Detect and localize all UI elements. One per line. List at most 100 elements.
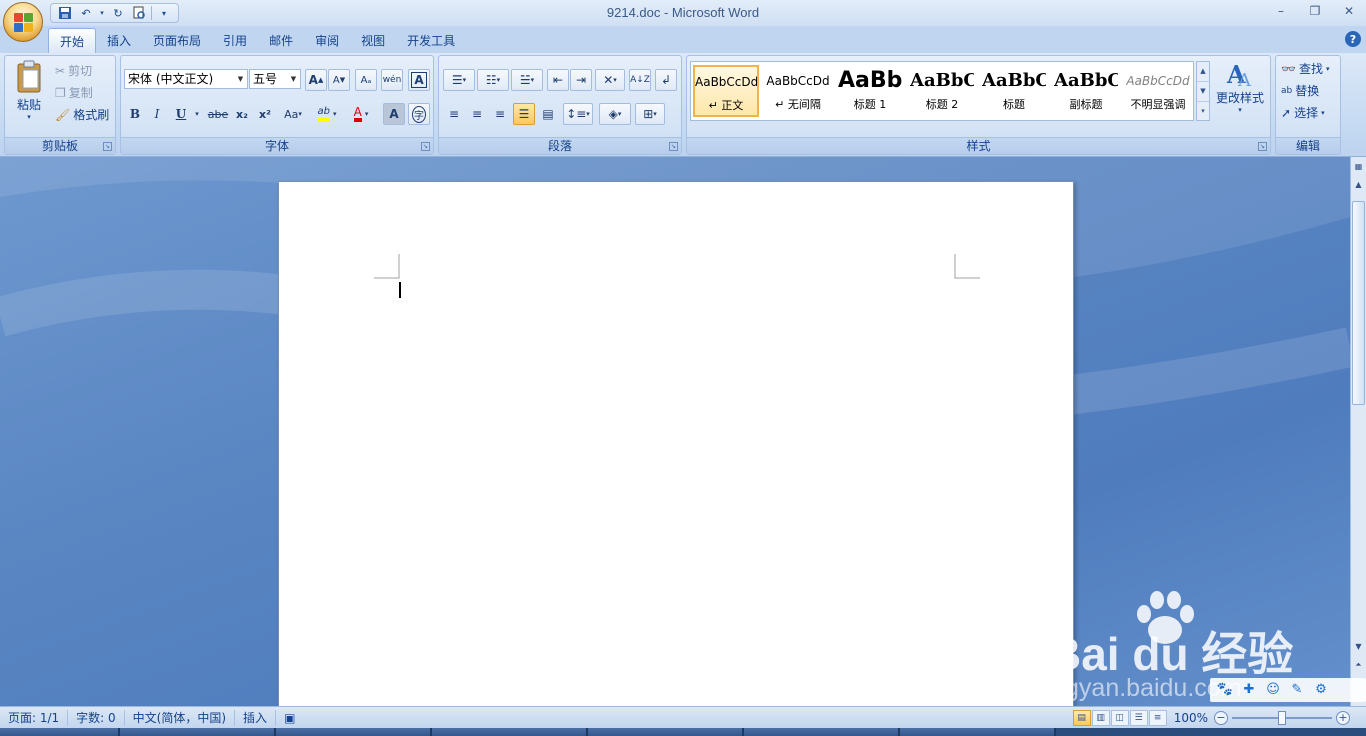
page-count[interactable]: 页面: 1/1	[0, 709, 69, 726]
align-right-button[interactable]: ≡	[489, 103, 511, 125]
full-screen-reading-icon[interactable]: ▥	[1091, 710, 1110, 726]
dialog-launcher-icon[interactable]: ↘	[669, 142, 678, 151]
outline-view-icon[interactable]: ☰	[1129, 710, 1148, 726]
document-page[interactable]	[278, 181, 1074, 706]
scroll-down-icon[interactable]: ▼	[1352, 639, 1365, 654]
taskbar-start[interactable]	[0, 728, 120, 736]
paste-button[interactable]: 粘贴 ▾	[9, 60, 49, 130]
gallery-up-icon[interactable]: ▲	[1197, 62, 1209, 82]
zoom-in-icon[interactable]: +	[1336, 711, 1350, 725]
numbering-button[interactable]: ☷ ▾	[477, 69, 509, 91]
font-color-button[interactable]: A ▾	[345, 103, 377, 125]
justify-button[interactable]: ☰	[513, 103, 535, 125]
office-button[interactable]	[3, 2, 43, 42]
scroll-thumb[interactable]	[1352, 201, 1365, 405]
tab-references[interactable]: 引用	[212, 28, 258, 53]
taskbar-item[interactable]	[276, 728, 432, 736]
taskbar-item[interactable]	[120, 728, 276, 736]
zoom-slider-thumb[interactable]	[1278, 711, 1286, 725]
grow-font-button[interactable]: A ▲	[305, 69, 327, 91]
previous-page-icon[interactable]: ⏶	[1352, 657, 1365, 672]
style-heading-1[interactable]: AaBb 标题 1	[837, 65, 903, 117]
vertical-scrollbar[interactable]: ▦ ▲ ▼ ⏶	[1350, 157, 1366, 706]
strikethrough-button[interactable]: abe	[205, 103, 231, 125]
shading-button[interactable]: ◈ ▾	[599, 103, 631, 125]
print-layout-view-icon[interactable]: ▤	[1072, 710, 1091, 726]
tab-insert[interactable]: 插入	[96, 28, 142, 53]
format-painter-button[interactable]: 🖌 格式刷	[55, 106, 109, 123]
tab-mailings[interactable]: 邮件	[258, 28, 304, 53]
tab-developer[interactable]: 开发工具	[396, 28, 466, 53]
select-button[interactable]: ➚ 选择 ▾	[1281, 104, 1325, 121]
increase-indent-button[interactable]: ⇥	[570, 69, 592, 91]
dialog-launcher-icon[interactable]: ↘	[1258, 142, 1267, 151]
enclose-characters-button[interactable]: 字	[408, 103, 430, 125]
settings-icon[interactable]: ⚙	[1311, 681, 1331, 699]
line-spacing-button[interactable]: ↕≡ ▾	[563, 103, 593, 125]
close-button[interactable]: ✕	[1332, 0, 1366, 22]
style-heading-2[interactable]: AaBbC 标题 2	[909, 65, 975, 117]
underline-button[interactable]: U	[170, 103, 192, 125]
gallery-more-icon[interactable]: ▾	[1197, 102, 1209, 122]
superscript-button[interactable]: x²	[254, 103, 276, 125]
draft-view-icon[interactable]: ≡	[1148, 710, 1167, 726]
help-icon[interactable]: ?	[1345, 31, 1361, 47]
align-center-button[interactable]: ≡	[466, 103, 488, 125]
change-case-button[interactable]: Aa ▾	[278, 103, 308, 125]
bullets-button[interactable]: ☰ ▾	[443, 69, 475, 91]
show-hide-marks-button[interactable]: ↲	[655, 69, 677, 91]
highlight-button[interactable]: ab ▾	[311, 103, 343, 125]
multilevel-list-button[interactable]: ☱ ▾	[511, 69, 543, 91]
insert-mode[interactable]: 插入	[235, 709, 277, 726]
sort-button[interactable]: A↓Z	[629, 69, 651, 91]
taskbar-item[interactable]	[432, 728, 588, 736]
asian-layout-button[interactable]: ✕ ▾	[595, 69, 625, 91]
font-name-combo[interactable]: 宋体 (中文正文) ▼	[124, 69, 248, 89]
bold-button[interactable]: B	[124, 103, 146, 125]
taskbar-item[interactable]	[744, 728, 900, 736]
macro-record-icon[interactable]: ▣	[276, 710, 303, 726]
change-styles-button[interactable]: AA 更改样式 ▾	[1214, 59, 1266, 131]
zoom-slider[interactable]	[1232, 711, 1332, 725]
tab-page-layout[interactable]: 页面布局	[142, 28, 212, 53]
web-layout-icon[interactable]: ◫	[1110, 710, 1129, 726]
decrease-indent-button[interactable]: ⇤	[547, 69, 569, 91]
maximize-button[interactable]: ❐	[1298, 0, 1332, 22]
gallery-down-icon[interactable]: ▼	[1197, 82, 1209, 102]
style-normal[interactable]: AaBbCcDd ↵ 正文	[693, 65, 759, 117]
character-border-button[interactable]: A	[408, 69, 430, 91]
paw-icon[interactable]: 🐾	[1215, 681, 1235, 699]
underline-dropdown-icon[interactable]: ▾	[192, 103, 202, 125]
subscript-button[interactable]: x₂	[231, 103, 253, 125]
style-no-spacing[interactable]: AaBbCcDd ↵ 无间隔	[765, 65, 831, 117]
replace-button[interactable]: ab 替换	[1281, 82, 1319, 99]
language-indicator[interactable]: 中文(简体，中国)	[125, 709, 236, 726]
borders-button[interactable]: ⊞ ▾	[635, 103, 665, 125]
tab-view[interactable]: 视图	[350, 28, 396, 53]
tab-review[interactable]: 审阅	[304, 28, 350, 53]
add-icon[interactable]: ✚	[1239, 681, 1259, 699]
ruler-toggle-icon[interactable]: ▦	[1352, 159, 1365, 174]
find-button[interactable]: 👓 查找 ▾	[1281, 60, 1329, 77]
character-shading-button[interactable]: A	[383, 103, 405, 125]
taskbar-item[interactable]	[900, 728, 1056, 736]
edit-icon[interactable]: ✎	[1287, 681, 1307, 699]
copy-button[interactable]: ❐ 复制	[55, 84, 93, 101]
italic-button[interactable]: I	[146, 103, 168, 125]
cut-button[interactable]: ✂ 剪切	[55, 62, 92, 79]
user-icon[interactable]: ☺	[1263, 681, 1283, 699]
style-title[interactable]: AaBbC 标题	[981, 65, 1047, 117]
taskbar-item[interactable]	[588, 728, 744, 736]
align-left-button[interactable]: ≡	[443, 103, 465, 125]
distribute-button[interactable]: ▤	[537, 103, 559, 125]
style-subtle-emphasis[interactable]: AaBbCcDd 不明显强调	[1125, 65, 1191, 117]
word-count[interactable]: 字数: 0	[68, 709, 125, 726]
minimize-button[interactable]: –	[1264, 0, 1298, 22]
zoom-out-icon[interactable]: −	[1214, 711, 1228, 725]
font-size-combo[interactable]: 五号 ▼	[249, 69, 301, 89]
shrink-font-button[interactable]: A ▼	[328, 69, 350, 91]
dialog-launcher-icon[interactable]: ↘	[421, 142, 430, 151]
style-subtitle[interactable]: AaBbC 副标题	[1053, 65, 1119, 117]
zoom-level[interactable]: 100%	[1168, 711, 1214, 725]
clear-formatting-button[interactable]: Aₐ	[355, 69, 377, 91]
